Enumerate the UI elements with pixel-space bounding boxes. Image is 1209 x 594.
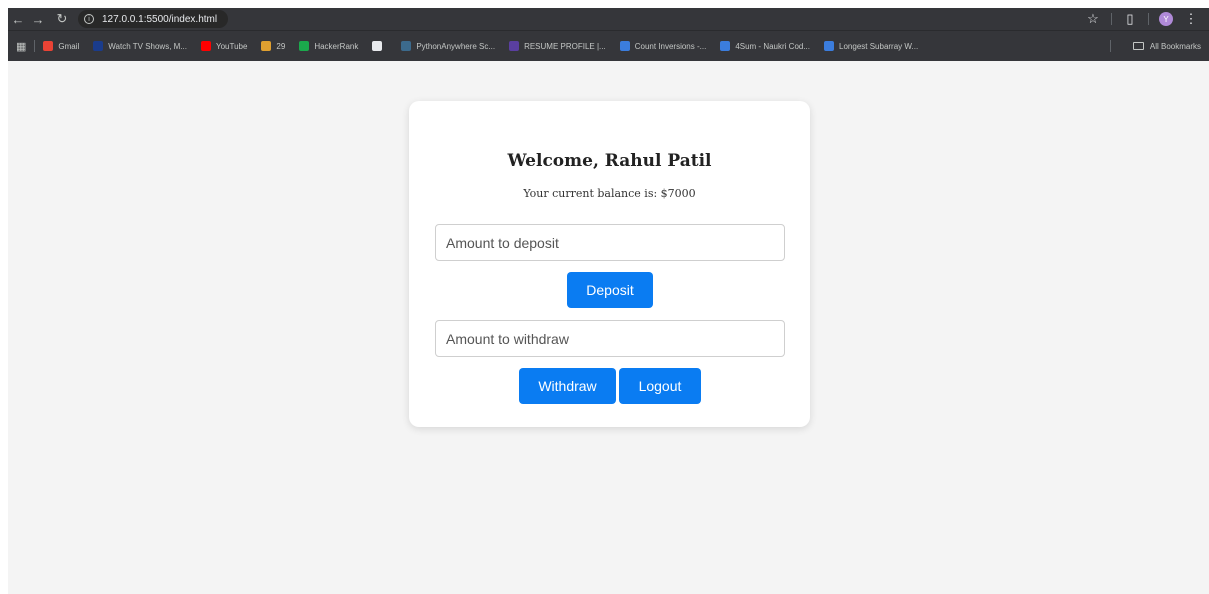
hackerrank-icon: [299, 41, 310, 51]
bookmark-item[interactable]: Count Inversions -...: [619, 41, 707, 51]
bookmark-star-icon[interactable]: ☆: [1085, 11, 1101, 27]
bookmark-item[interactable]: PythonAnywhere Sc...: [401, 41, 495, 51]
account-card: Welcome, Rahul Patil Your current balanc…: [409, 101, 810, 427]
bookmark-label: YouTube: [215, 41, 248, 51]
naukri-icon: [720, 41, 731, 51]
all-bookmarks-button[interactable]: All Bookmarks: [1132, 41, 1201, 51]
bookmark-item[interactable]: Watch TV Shows, M...: [93, 41, 187, 51]
withdraw-amount-input[interactable]: [435, 320, 785, 357]
back-arrow-icon[interactable]: ←: [8, 8, 28, 30]
all-bookmarks-label: All Bookmarks: [1149, 41, 1201, 51]
welcome-heading: Welcome, Rahul Patil: [507, 151, 712, 171]
bookmark-item[interactable]: YouTube: [200, 41, 248, 51]
coding-icon: [261, 41, 272, 51]
bookmark-label: HackerRank: [314, 41, 359, 51]
bookmark-item[interactable]: Longest Subarray W...: [824, 41, 918, 51]
address-url: 127.0.0.1:5500/index.html: [102, 13, 218, 25]
address-bar[interactable]: i 127.0.0.1:5500/index.html: [78, 10, 228, 28]
bookmark-label: Watch TV Shows, M...: [108, 41, 187, 51]
bookmark-label: Longest Subarray W...: [839, 41, 919, 51]
apps-grid-icon[interactable]: ▦: [16, 40, 26, 53]
browser-toolbar: ← → ↻ i 127.0.0.1:5500/index.html ☆ ▯ Y …: [8, 8, 1209, 30]
bookmark-item[interactable]: [372, 41, 387, 51]
bookmark-label: RESUME PROFILE |...: [524, 41, 606, 51]
resume-icon: [509, 41, 520, 51]
page-content: Welcome, Rahul Patil Your current balanc…: [8, 61, 1209, 594]
naukri-icon: [619, 41, 630, 51]
bookmark-label: 4Sum - Naukri Cod...: [735, 41, 811, 51]
bookmark-label: PythonAnywhere Sc...: [416, 41, 496, 51]
bookmark-item[interactable]: Gmail: [43, 41, 79, 51]
deposit-button[interactable]: Deposit: [567, 272, 653, 308]
balance-text: Your current balance is: $7000: [523, 187, 696, 200]
extensions-icon[interactable]: ▯: [1122, 11, 1138, 27]
chatgpt-icon: [372, 41, 383, 51]
forward-arrow-icon[interactable]: →: [28, 8, 48, 30]
naukri-icon: [824, 41, 835, 51]
python-icon: [401, 41, 412, 51]
bookmark-item[interactable]: RESUME PROFILE |...: [509, 41, 606, 51]
bookmark-list: Gmail Watch TV Shows, M... YouTube 29 Hacker…: [43, 41, 932, 51]
gmail-icon: [43, 41, 54, 51]
profile-avatar[interactable]: Y: [1159, 12, 1173, 26]
withdraw-button[interactable]: Withdraw: [519, 368, 616, 404]
tv-icon: [93, 41, 104, 51]
toolbar-divider: [1111, 13, 1112, 25]
site-info-icon[interactable]: i: [84, 14, 94, 24]
reload-icon[interactable]: ↻: [52, 8, 72, 30]
bookmark-item[interactable]: 4Sum - Naukri Cod...: [720, 41, 810, 51]
bookmark-item[interactable]: 29: [261, 41, 285, 51]
bookmark-item[interactable]: HackerRank: [299, 41, 358, 51]
logout-button[interactable]: Logout: [619, 368, 701, 404]
bookmark-label: Count Inversions -...: [634, 41, 707, 51]
youtube-icon: [200, 41, 211, 51]
bookmarks-divider: [1110, 40, 1111, 52]
toolbar-divider: [1148, 13, 1149, 25]
deposit-amount-input[interactable]: [435, 224, 785, 261]
folder-icon: [1132, 42, 1144, 50]
menu-kebab-icon[interactable]: ⋮: [1183, 11, 1199, 27]
bookmark-label: 29: [276, 41, 286, 51]
bookmarks-divider: [34, 40, 36, 52]
toolbar-actions: ☆ ▯ Y ⋮: [1085, 11, 1209, 27]
bookmarks-bar: ▦ Gmail Watch TV Shows, M... YouTube 29 Hack…: [8, 30, 1209, 61]
bookmark-label: Gmail: [58, 41, 80, 51]
